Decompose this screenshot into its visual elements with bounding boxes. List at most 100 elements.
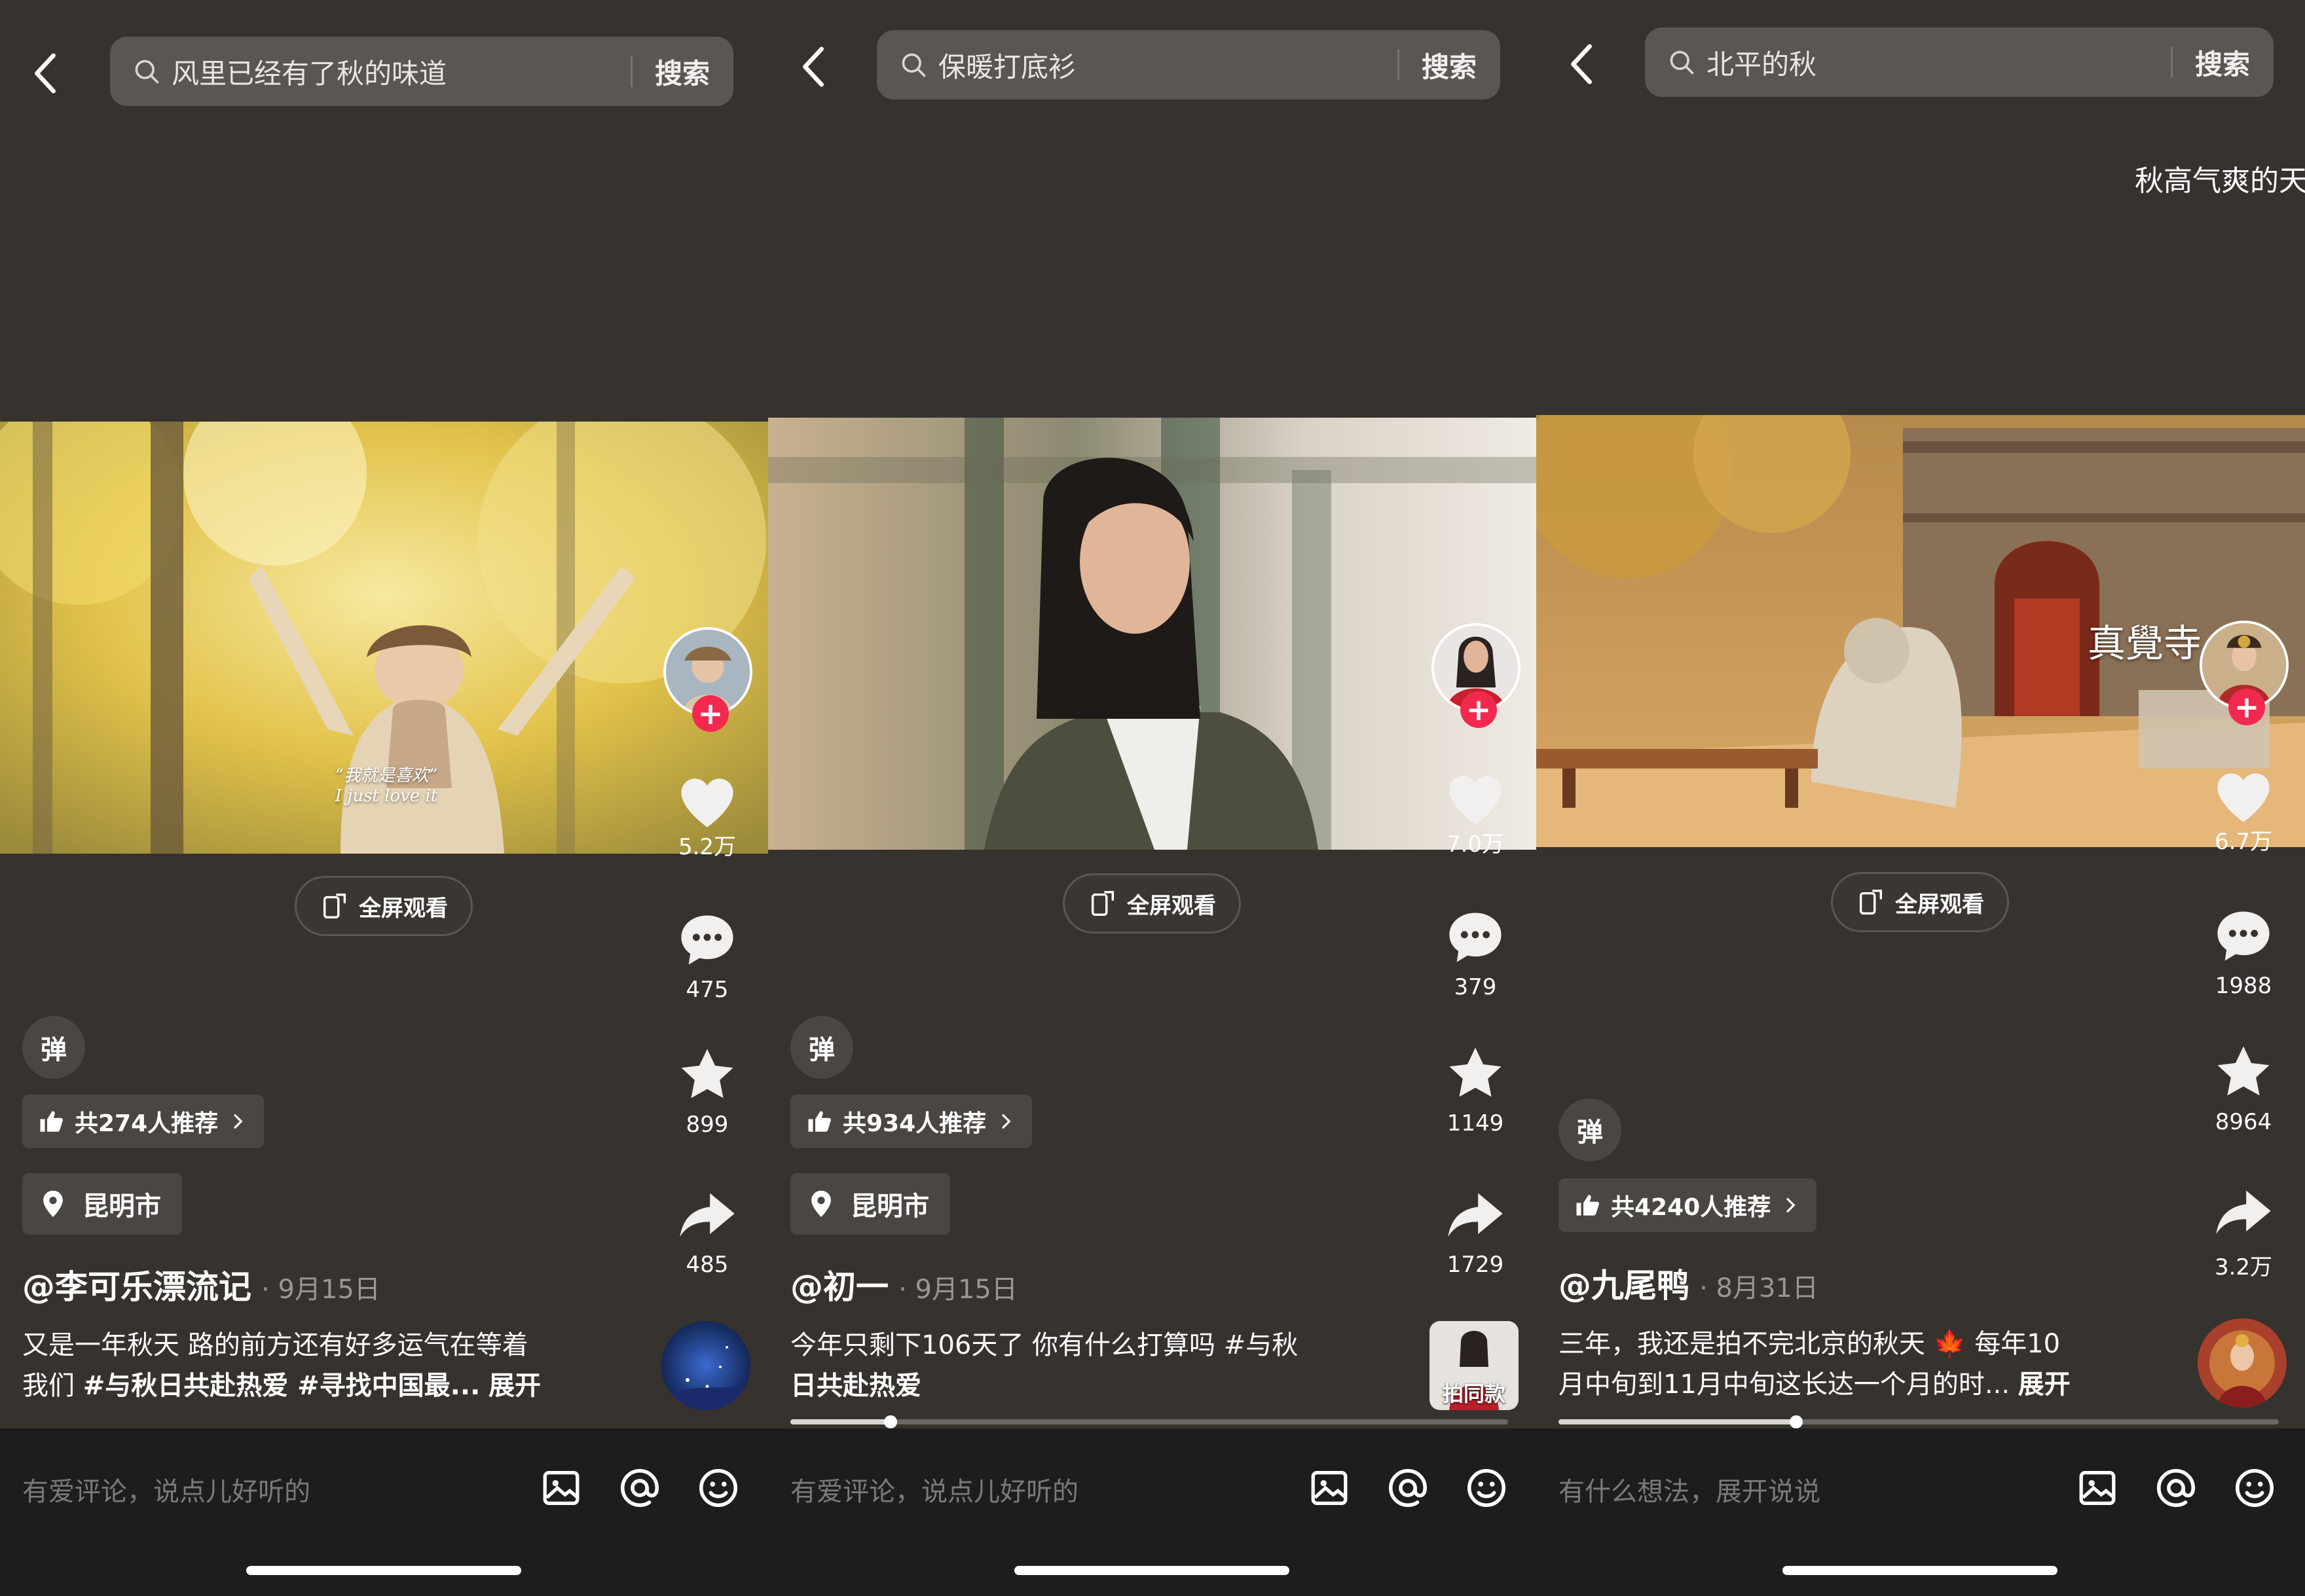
video-progress-bar[interactable] — [1558, 1415, 2279, 1428]
at-icon[interactable] — [1385, 1465, 1431, 1511]
at-icon[interactable] — [2153, 1465, 2199, 1511]
same-style-button[interactable]: 拍同款 — [1429, 1321, 1519, 1410]
desc-line-2: 月中旬到11月中旬这长达一个月的时... 展开 — [1558, 1364, 2161, 1405]
share-icon — [2216, 1190, 2271, 1235]
heart-icon — [681, 778, 733, 827]
search-bar[interactable]: 保暖打底衫 搜索 — [877, 30, 1500, 100]
share-button[interactable]: 1729 — [1426, 1182, 1524, 1278]
recommend-chip[interactable]: 共934人推荐 — [790, 1095, 1033, 1148]
comment-icon — [2217, 911, 2270, 961]
music-disc-button[interactable] — [2198, 1318, 2287, 1407]
favorite-button[interactable]: 1149 — [1426, 1041, 1524, 1136]
follow-button[interactable]: + — [1460, 691, 1497, 728]
comment-input[interactable]: 有爱评论，说点儿好听的 — [790, 1470, 1079, 1508]
recommend-label: 共274人推荐 — [75, 1110, 219, 1137]
location-chip[interactable]: 昆明市 — [22, 1173, 182, 1235]
author-avatar-button[interactable]: + — [663, 627, 752, 732]
author-name[interactable]: @九尾鸭 — [1558, 1267, 1689, 1305]
location-chip[interactable]: 昆明市 — [790, 1173, 950, 1235]
follow-button[interactable]: + — [692, 695, 729, 732]
image-icon[interactable] — [2074, 1465, 2120, 1511]
floating-danmu-text: 秋高气爽的天 — [2135, 164, 2305, 198]
like-count: 7.0万 — [1446, 831, 1505, 858]
expand-button[interactable]: 展开 — [2018, 1369, 2071, 1400]
image-icon[interactable] — [538, 1465, 584, 1511]
video-progress-bar[interactable] — [790, 1415, 1508, 1428]
post-date: · 9月15日 — [898, 1275, 1018, 1305]
video-description[interactable]: 今年只剩下106天了 你有什么打算吗 #与秋 日共赴热爱 — [790, 1325, 1393, 1406]
back-button[interactable] — [26, 47, 65, 100]
favorite-button[interactable]: 8964 — [2194, 1040, 2293, 1135]
video-player[interactable]: 真覺寺 — [1536, 415, 2305, 847]
image-icon[interactable] — [1306, 1465, 1352, 1511]
search-input[interactable]: 风里已经有了秋的味道 — [172, 52, 631, 92]
share-button[interactable]: 485 — [658, 1182, 756, 1278]
comment-button[interactable]: 379 — [1426, 905, 1524, 1000]
search-button[interactable]: 搜索 — [655, 52, 710, 92]
emoji-icon[interactable] — [1464, 1465, 1509, 1511]
back-button[interactable] — [794, 41, 834, 93]
search-input[interactable]: 保暖打底衫 — [938, 45, 1397, 85]
like-button[interactable]: 7.0万 — [1426, 767, 1524, 858]
emoji-icon[interactable] — [2232, 1465, 2277, 1511]
like-button[interactable]: 6.7万 — [2194, 765, 2293, 856]
emoji-icon[interactable] — [695, 1465, 741, 1511]
expand-button[interactable]: 展开 — [489, 1371, 541, 1401]
video-player[interactable] — [768, 418, 1536, 850]
author-name[interactable]: @李可乐漂流记 — [22, 1268, 251, 1306]
at-icon[interactable] — [617, 1465, 663, 1511]
author-line: @初一 · 9月15日 — [790, 1261, 1018, 1308]
comment-button[interactable]: 1988 — [2194, 903, 2293, 999]
music-disc-button[interactable] — [661, 1321, 750, 1410]
video-panel-1: 风里已经有了秋的味道 搜索 “我就是喜欢” I just love it 全屏观… — [0, 0, 768, 1596]
fullscreen-label: 全屏观看 — [1895, 891, 1984, 918]
danmu-toggle-button[interactable]: 弹 — [790, 1016, 853, 1079]
video-description[interactable]: 三年，我还是拍不完北京的秋天 🍁 每年10 月中旬到11月中旬这长达一个月的时.… — [1558, 1324, 2161, 1405]
author-name[interactable]: @初一 — [790, 1268, 889, 1306]
danmu-toggle-button[interactable]: 弹 — [22, 1016, 85, 1079]
recommend-label: 共934人推荐 — [843, 1110, 987, 1137]
fullscreen-label: 全屏观看 — [1127, 892, 1216, 919]
video-player[interactable]: “我就是喜欢” I just love it — [0, 422, 768, 854]
progress-handle[interactable] — [1790, 1415, 1803, 1428]
search-input[interactable]: 北平的秋 — [1706, 43, 2171, 82]
danmu-toggle-button[interactable]: 弹 — [1558, 1098, 1621, 1161]
recommend-chip[interactable]: 共274人推荐 — [22, 1095, 265, 1148]
share-button[interactable]: 3.2万 — [2194, 1180, 2293, 1281]
video-description[interactable]: 又是一年秋天 路的前方还有好多运气在等着 我们 #与秋日共赴热爱 #寻找中国最.… — [22, 1325, 625, 1406]
comment-button[interactable]: 475 — [658, 907, 756, 1003]
fullscreen-label: 全屏观看 — [359, 895, 448, 922]
search-button[interactable]: 搜索 — [1422, 45, 1477, 85]
author-avatar-button[interactable]: + — [2200, 621, 2289, 725]
fullscreen-button[interactable]: 全屏观看 — [295, 876, 473, 936]
progress-handle[interactable] — [884, 1415, 898, 1428]
like-button[interactable]: 5.2万 — [658, 770, 756, 861]
search-button[interactable]: 搜索 — [2195, 43, 2250, 82]
favorite-button[interactable]: 899 — [658, 1042, 756, 1138]
share-count: 1729 — [1447, 1252, 1504, 1278]
video-panel-3: 北平的秋 搜索 秋高气爽的天 真覺寺 全屏观看 + 6.7万 1988 8964… — [1536, 0, 2305, 1596]
recommend-chip[interactable]: 共4240人推荐 — [1558, 1178, 1817, 1232]
desc-line-2: 我们 #与秋日共赴热爱 #寻找中国最... 展开 — [22, 1366, 625, 1406]
star-icon — [2217, 1046, 2270, 1096]
video-panel-2: 保暖打底衫 搜索 全屏观看 + 7.0万 379 1149 1729 弹 共93… — [768, 0, 1536, 1596]
comment-input[interactable]: 有什么想法，展开说说 — [1558, 1470, 1820, 1508]
comment-count: 1988 — [2215, 973, 2272, 999]
search-bar[interactable]: 北平的秋 搜索 — [1645, 27, 2274, 97]
back-button[interactable] — [1562, 38, 1602, 90]
follow-button[interactable]: + — [2228, 689, 2265, 725]
fullscreen-button[interactable]: 全屏观看 — [1831, 872, 2009, 932]
share-icon — [1448, 1193, 1503, 1237]
progress-fill — [790, 1419, 891, 1424]
author-avatar-button[interactable]: + — [1431, 623, 1521, 728]
author-line: @九尾鸭 · 8月31日 — [1558, 1260, 1818, 1307]
fullscreen-button[interactable]: 全屏观看 — [1063, 873, 1241, 934]
comment-icon — [1449, 913, 1502, 962]
comment-input[interactable]: 有爱评论，说点儿好听的 — [22, 1470, 310, 1508]
comment-icon — [681, 915, 733, 965]
hashtags[interactable]: #与秋日共赴热爱 #寻找中国最... — [83, 1371, 481, 1401]
comment-count: 475 — [686, 977, 729, 1003]
search-bar[interactable]: 风里已经有了秋的味道 搜索 — [110, 37, 733, 106]
hashtags[interactable]: 日共赴热爱 — [790, 1371, 921, 1401]
star-icon — [681, 1049, 733, 1098]
